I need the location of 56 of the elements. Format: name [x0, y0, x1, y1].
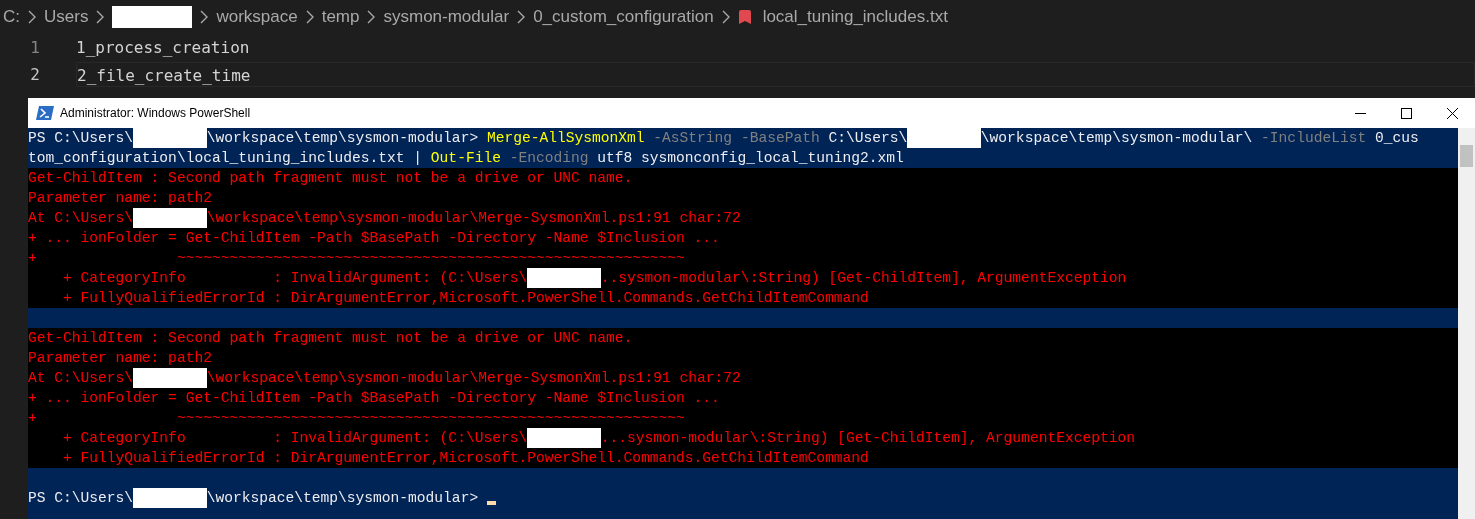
- text-cursor: [486, 501, 496, 505]
- close-icon: [1446, 107, 1458, 119]
- chevron-icon: [304, 10, 315, 24]
- parameter-text: -AsString -BasePath: [652, 129, 820, 148]
- error-text: Get-ChildItem : Second path fragment must not be a drive or UNC name.: [28, 169, 633, 188]
- error-text: Parameter name: path2: [28, 189, 212, 208]
- window-title: Administrator: Windows PowerShell: [60, 106, 252, 120]
- chevron-icon: [366, 10, 377, 24]
- error-text: \workspace\temp\sysmon-modular\Merge-SysmonXml.ps1:91 char:72: [206, 369, 741, 388]
- console-text: \workspace\temp\sysmon-modular>: [206, 489, 480, 508]
- error-text: + CategoryInfo : InvalidArgument: (C:\Users\: [62, 269, 528, 288]
- error-text: At C:\Users\: [28, 209, 134, 228]
- chevron-icon: [516, 10, 527, 24]
- console-text: \workspace\temp\sysmon-modular>: [206, 129, 480, 148]
- breadcrumb-item[interactable]: sysmon-modular: [383, 7, 510, 27]
- command-text: Merge-AllSysmonXml: [486, 129, 645, 148]
- line-number: 2: [29, 65, 40, 84]
- parameter-text: -Encoding: [508, 149, 589, 168]
- error-text: ...sysmon-modular\:String) [Get-ChildItem], ArgumentException: [600, 429, 1135, 448]
- error-text: + ~~~~~~~~~~~~~~~~~~~~~~~~~~~~~~~~~~~~~~~~~~~~~~~~~~~~~~~~~~: [28, 249, 685, 268]
- error-text: + ... ionFolder = Get-ChildItem -Path $BasePath -Directory -Name $Inclusion ...: [28, 389, 720, 408]
- console-text: PS C:\Users\: [28, 489, 134, 508]
- console-text: utf8 sysmonconfig_local_tuning2.xml: [596, 149, 904, 168]
- error-text: + ... ionFolder = Get-ChildItem -Path $BasePath -Directory -Name $Inclusion ...: [28, 229, 720, 248]
- breadcrumb-item[interactable]: 0_custom_configuration: [533, 7, 714, 27]
- maximize-icon: [1400, 107, 1412, 119]
- console-text: C:\Users\: [827, 129, 908, 148]
- line-number: 1: [29, 38, 40, 57]
- chevron-icon: [199, 10, 210, 24]
- breadcrumb-item[interactable]: local_tuning_includes.txt: [762, 7, 948, 27]
- error-text: ..sysmon-modular\:String) [Get-ChildItem], ArgumentException: [600, 269, 1127, 288]
- error-text: + FullyQualifiedErrorId : DirArgumentError,Microsoft.PowerShell.Commands.GetChildItemCommand: [62, 289, 869, 308]
- error-text: \workspace\temp\sysmon-modular\Merge-SysmonXml.ps1:91 char:72: [206, 209, 741, 228]
- powershell-icon: [36, 106, 54, 120]
- breadcrumb-item[interactable]: temp: [321, 7, 360, 27]
- parameter-text: -IncludeList: [1260, 129, 1367, 148]
- breadcrumb-item[interactable]: Users: [44, 7, 89, 27]
- chevron-icon: [27, 10, 37, 24]
- code-line: 1_process_creation: [76, 37, 251, 59]
- error-text: Parameter name: path2: [28, 349, 212, 368]
- console-text: PS C:\Users\: [28, 129, 134, 148]
- scrollbar[interactable]: [1458, 128, 1475, 519]
- error-text: At C:\Users\: [28, 369, 134, 388]
- error-text: + FullyQualifiedErrorId : DirArgumentError,Microsoft.PowerShell.Commands.GetChildItemCommand: [62, 449, 869, 468]
- error-text: + ~~~~~~~~~~~~~~~~~~~~~~~~~~~~~~~~~~~~~~~~~~~~~~~~~~~~~~~~~~: [28, 409, 685, 428]
- breadcrumb-item[interactable]: C:: [3, 7, 20, 27]
- chevron-icon: [95, 10, 106, 24]
- console-text: \workspace\temp\sysmon-modular\: [980, 129, 1253, 148]
- error-text: Get-ChildItem : Second path fragment must not be a drive or UNC name.: [28, 329, 633, 348]
- chevron-icon: [720, 10, 731, 24]
- console-text: tom_configuration\local_tuning_includes.txt |: [28, 149, 424, 168]
- console-text: 0_cus: [1373, 129, 1419, 148]
- file-icon: [737, 9, 752, 25]
- breadcrumb-item[interactable]: workspace: [216, 7, 298, 27]
- error-text: + CategoryInfo : InvalidArgument: (C:\Users\: [62, 429, 528, 448]
- command-text: Out-File: [430, 149, 501, 168]
